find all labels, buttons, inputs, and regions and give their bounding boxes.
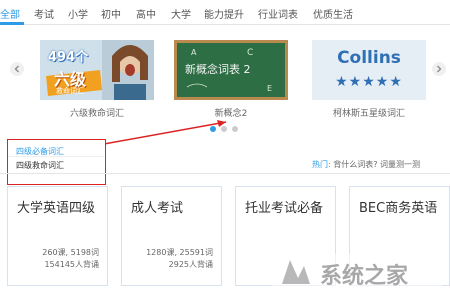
carousel-card-cet6[interactable]: 494个 六级 救命词汇 (40, 40, 154, 100)
chalk-doodles-image: C A E (186, 48, 272, 93)
carousel-card-collins[interactable]: Collins ★★★★★ (312, 40, 426, 100)
word-list-popup: 四级必备词汇 四级救命词汇 (7, 139, 106, 185)
book-title: BEC商务英语 (359, 201, 438, 216)
carousel-card-new-concept-2[interactable]: 新概念词表 2 C A E (174, 40, 288, 100)
carousel-caption-new-concept-2[interactable]: 新概念2 (174, 106, 288, 119)
tab-primary-school[interactable]: 小学 (68, 6, 88, 21)
hot-link-vocab-test[interactable]: 词量测一测 (380, 160, 420, 169)
collins-cover-title: Collins (337, 48, 401, 68)
tab-all[interactable]: 全部 (0, 6, 20, 21)
carousel-dot[interactable] (221, 126, 227, 132)
carousel-dot[interactable] (232, 126, 238, 132)
hot-label: 热门: (312, 160, 331, 169)
carousel-caption-collins[interactable]: 柯林斯五星级词汇 (306, 106, 432, 119)
book-learners: 2925人背诵 (168, 260, 213, 269)
book-title: 托业考试必备 (245, 201, 324, 216)
hot-link-which-list[interactable]: 背什么词表? (333, 160, 377, 169)
category-tabs: 全部 考试 小学 初中 高中 大学 能力提升 行业词表 优质生活 (0, 0, 450, 25)
cet6-cover-subtitle: 救命词汇 (56, 87, 84, 95)
tab-skill-improvement[interactable]: 能力提升 (204, 6, 244, 21)
tab-quality-life[interactable]: 优质生活 (313, 6, 353, 21)
carousel-dot-active[interactable] (210, 126, 216, 132)
carousel-next-button[interactable] (432, 62, 446, 76)
chevron-right-icon (437, 65, 442, 73)
chevron-left-icon (14, 65, 19, 73)
book-learners: 154145人背诵 (44, 260, 99, 269)
popup-divider (8, 156, 104, 157)
section-divider (0, 173, 450, 174)
carousel-prev-button[interactable] (10, 62, 24, 76)
tab-senior-high[interactable]: 高中 (136, 6, 156, 21)
svg-text:E: E (267, 84, 272, 93)
svg-text:系统之家: 系统之家 (320, 263, 409, 289)
collins-cover-stars: ★★★★★ (335, 74, 403, 90)
book-title: 成人考试 (131, 201, 184, 216)
vocabulary-page: 全部 考试 小学 初中 高中 大学 能力提升 行业词表 优质生活 494个 六级… (0, 0, 450, 300)
active-tab-indicator (0, 22, 24, 25)
book-stats: 1280课, 25591词 (146, 248, 213, 257)
tab-university[interactable]: 大学 (171, 6, 191, 21)
svg-text:C: C (247, 48, 253, 58)
popup-item-cet4-rescue[interactable]: 四级救命词汇 (16, 160, 64, 171)
hot-links: 热门: 背什么词表? 词量测一测 (312, 159, 420, 170)
tab-junior-high[interactable]: 初中 (101, 6, 121, 21)
watermark-logo: 系统之家 (272, 254, 442, 292)
book-stats: 260课, 5198词 (42, 248, 99, 257)
svg-text:A: A (191, 48, 197, 57)
book-title: 大学英语四级 (17, 201, 96, 216)
book-card-adult-exam[interactable]: 成人考试 1280课, 25591词 2925人背诵 (121, 186, 222, 286)
carousel-caption-cet6[interactable]: 六级救命词汇 (40, 106, 154, 119)
cet6-cover-count: 494个 (48, 50, 89, 65)
tab-industry-lists[interactable]: 行业词表 (258, 6, 298, 21)
tab-exam[interactable]: 考试 (34, 6, 54, 21)
book-card-cet4[interactable]: 大学英语四级 260课, 5198词 154145人背诵 (7, 186, 108, 286)
